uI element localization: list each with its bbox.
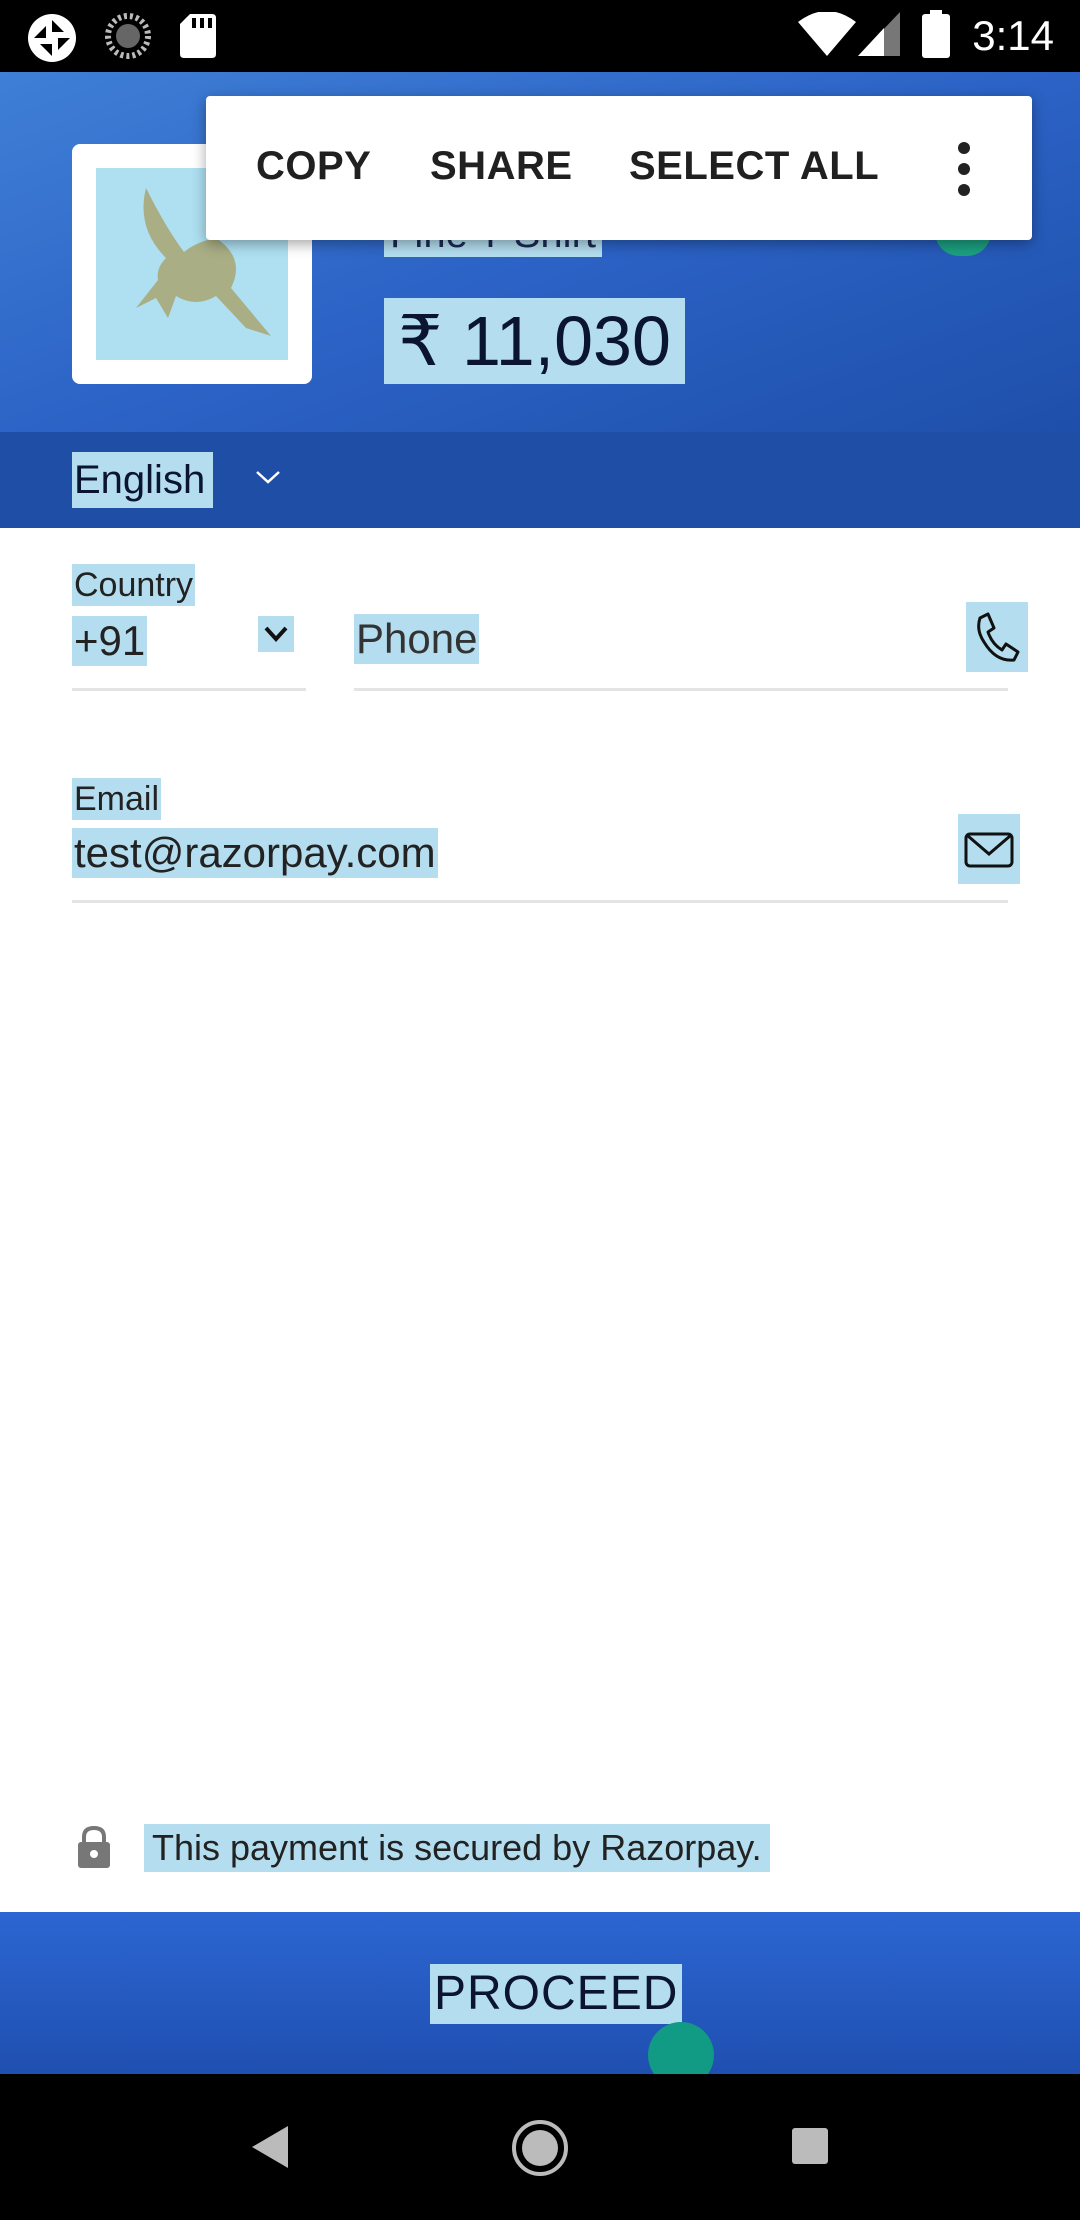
language-bar: English bbox=[0, 432, 1080, 528]
email-input[interactable]: test@razorpay.com bbox=[72, 828, 438, 878]
share-button[interactable]: SHARE bbox=[430, 144, 573, 189]
secure-payment-note: This payment is secured by Razorpay. bbox=[144, 1824, 770, 1872]
country-underline bbox=[72, 688, 306, 691]
clock: 3:14 bbox=[972, 12, 1054, 59]
proceed-label: PROCEED bbox=[430, 1964, 683, 2024]
battery-icon bbox=[922, 10, 950, 58]
select-all-button[interactable]: SELECT ALL bbox=[629, 144, 879, 189]
home-icon[interactable] bbox=[510, 2118, 570, 2178]
wifi-icon bbox=[798, 12, 856, 56]
chevron-down-icon[interactable] bbox=[254, 468, 282, 486]
language-selector[interactable]: English bbox=[72, 452, 214, 508]
system-nav-bar bbox=[0, 2074, 1080, 2220]
country-code-select[interactable]: +91 bbox=[72, 616, 148, 666]
circle-loader-icon bbox=[105, 13, 151, 59]
copy-button[interactable]: COPY bbox=[256, 144, 371, 189]
recents-icon[interactable] bbox=[790, 2126, 830, 2166]
country-label: Country bbox=[72, 564, 196, 606]
status-bar: 3:14 bbox=[0, 0, 1080, 72]
mail-icon bbox=[958, 814, 1020, 884]
phone-underline bbox=[354, 688, 1008, 691]
cell-signal-icon bbox=[858, 12, 900, 56]
back-icon[interactable] bbox=[250, 2124, 290, 2170]
email-label: Email bbox=[72, 778, 162, 820]
more-options-icon[interactable] bbox=[954, 142, 974, 196]
phone-input[interactable]: Phone bbox=[354, 614, 480, 664]
phone-icon bbox=[966, 602, 1028, 672]
sd-card-icon bbox=[180, 14, 216, 58]
camera-shutter-icon bbox=[28, 14, 76, 62]
email-underline bbox=[72, 900, 1008, 903]
text-selection-menu: COPY SHARE SELECT ALL bbox=[206, 96, 1032, 240]
lock-icon bbox=[76, 1824, 112, 1875]
amount: ₹ 11,030 bbox=[384, 298, 685, 384]
chevron-down-icon[interactable] bbox=[258, 616, 294, 652]
proceed-button[interactable]: PROCEED bbox=[0, 1912, 1080, 2074]
